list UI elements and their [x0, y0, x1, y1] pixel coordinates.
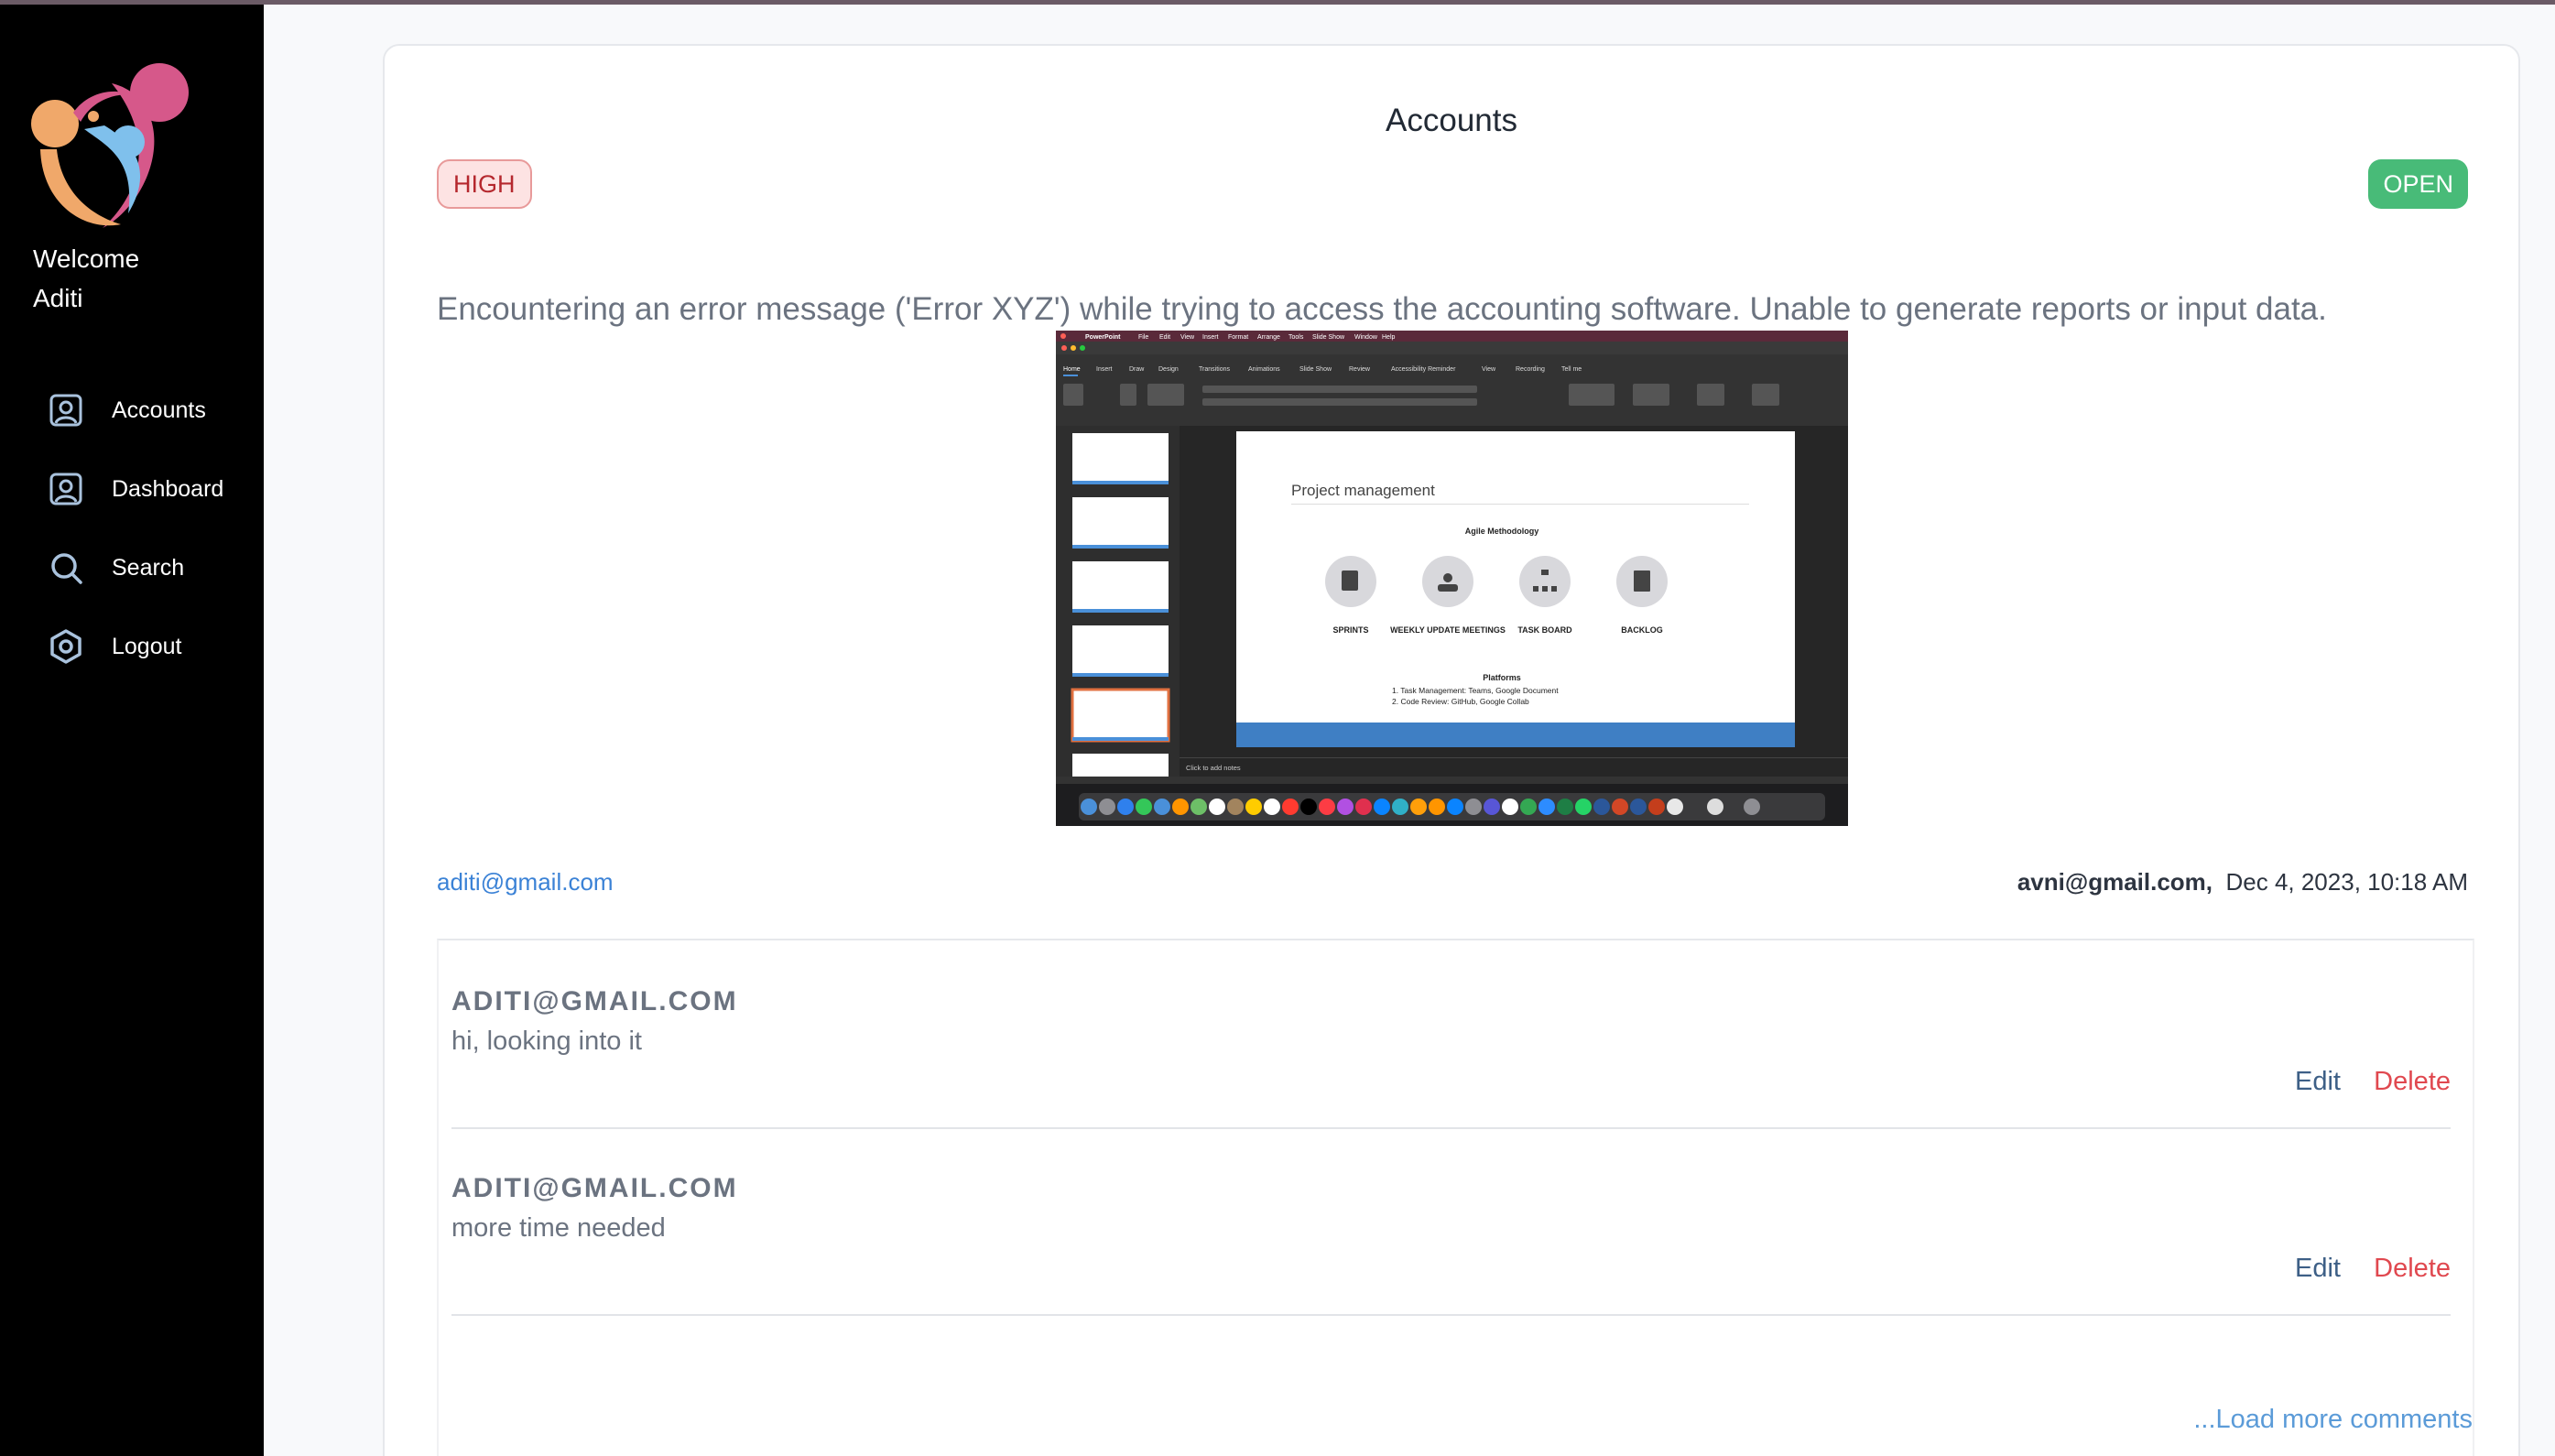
app-menu-item: Window [1354, 334, 1378, 341]
app-menu-item: PowerPoint [1085, 334, 1121, 341]
ticket-description: Encountering an error message ('Error XY… [437, 291, 2327, 327]
load-more-comments-link[interactable]: ...Load more comments [2193, 1405, 2473, 1435]
delete-comment-button[interactable]: Delete [2374, 1254, 2451, 1284]
welcome-user: Aditi [33, 284, 83, 312]
app-menu-item: Insert [1202, 334, 1219, 341]
ribbon-tab: Transitions [1199, 366, 1230, 373]
priority-badge: HIGH [437, 159, 532, 209]
app-menu-item: Format [1228, 334, 1248, 341]
user-square-icon [49, 394, 82, 427]
ribbon-tab: Recording [1516, 366, 1545, 373]
app-menu-item: Help [1382, 334, 1396, 341]
comment-item: ADITI@GMAIL.COM more time needed Edit De… [451, 1129, 2451, 1316]
platform-item: 2. Code Review: GitHub, Google Collab [1392, 697, 1529, 706]
ribbon-tab: Tell me [1561, 366, 1582, 373]
slide-item-label: BACKLOG [1621, 625, 1663, 635]
sidebar-item-search[interactable]: Search [0, 528, 264, 607]
slide-item-label: WEEKLY UPDATE MEETINGS [1390, 625, 1506, 635]
ticket-title: Accounts [1386, 103, 1517, 138]
app-menu-item: Tools [1288, 334, 1304, 341]
ribbon-tab: Home [1063, 366, 1081, 373]
comment-author: ADITI@GMAIL.COM [451, 1173, 738, 1203]
ribbon-tab: Animations [1248, 366, 1280, 373]
app-menu-item: Arrange [1257, 334, 1280, 341]
sidebar-item-label: Dashboard [112, 475, 224, 502]
delete-comment-button[interactable]: Delete [2374, 1067, 2451, 1097]
sidebar-item-label: Accounts [112, 397, 206, 423]
edit-comment-button[interactable]: Edit [2295, 1254, 2341, 1284]
sidebar-item-logout[interactable]: Logout [0, 607, 264, 686]
ticket-meta: avni@gmail.com, Dec 4, 2023, 10:18 AM [2017, 868, 2468, 896]
sprints-icon [1342, 570, 1358, 591]
edit-comment-button[interactable]: Edit [2295, 1067, 2341, 1097]
app-menu-item: File [1138, 334, 1148, 341]
ribbon-tab: Slide Show [1299, 366, 1332, 373]
top-border [0, 0, 2555, 5]
sidebar-item-dashboard[interactable]: Dashboard [0, 450, 264, 528]
meetings-icon [1443, 573, 1452, 582]
powerpoint-screenshot: PowerPoint File Edit View Insert Format … [1056, 331, 1848, 826]
sidebar-item-label: Search [112, 554, 185, 581]
slide-subtitle: Agile Methodology [1465, 527, 1539, 536]
notes-placeholder: Click to add notes [1186, 764, 1241, 772]
ribbon-tab: Insert [1096, 366, 1113, 373]
attachment-image[interactable]: PowerPoint File Edit View Insert Format … [1056, 331, 1848, 826]
logout-hexagon-icon [50, 629, 82, 664]
sidebar-item-label: Logout [112, 633, 182, 659]
ribbon-tab: Draw [1129, 366, 1145, 373]
search-icon [51, 553, 82, 584]
comments-section: ADITI@GMAIL.COM hi, looking into it Edit… [437, 939, 2474, 1456]
sidebar-item-accounts[interactable]: Accounts [0, 371, 264, 450]
app-menu-item: Slide Show [1312, 334, 1345, 341]
slide-item-label: TASK BOARD [1517, 625, 1572, 635]
platforms-heading: Platforms [1483, 673, 1521, 682]
backlog-icon [1634, 570, 1650, 592]
comment-item: ADITI@GMAIL.COM hi, looking into it Edit… [451, 940, 2451, 1129]
comment-text: hi, looking into it [451, 1027, 642, 1056]
app-menu-item: View [1180, 334, 1195, 341]
comment-author: ADITI@GMAIL.COM [451, 986, 738, 1016]
ribbon-tab: Design [1158, 366, 1179, 373]
ribbon-tab: Accessibility Reminder [1391, 366, 1456, 373]
ribbon-tab: Review [1349, 366, 1371, 373]
reporter-email-link[interactable]: aditi@gmail.com [437, 868, 614, 896]
welcome-text: Welcome Aditi [33, 239, 139, 318]
assignee-email: avni@gmail.com, [2017, 868, 2213, 896]
sidebar: Welcome Aditi Accounts Dashboard Search … [0, 5, 264, 1456]
app-menu-item: Edit [1159, 334, 1170, 341]
ticket-date: Dec 4, 2023, 10:18 AM [2225, 868, 2468, 896]
ticket-card: Accounts HIGH OPEN Encountering an error… [383, 44, 2520, 1456]
slide-title: Project management [1291, 482, 1435, 499]
welcome-label: Welcome [33, 244, 140, 273]
slide-item-label: SPRINTS [1332, 625, 1368, 635]
task-board-icon [1541, 570, 1549, 575]
comment-text: more time needed [451, 1213, 666, 1243]
platform-item: 1. Task Management: Teams, Google Docume… [1392, 686, 1559, 695]
status-badge: OPEN [2368, 159, 2468, 209]
user-square-icon [49, 473, 82, 505]
ribbon-tab: View [1482, 366, 1496, 373]
app-logo [31, 63, 189, 228]
sidebar-nav: Accounts Dashboard Search Logout [0, 371, 264, 686]
